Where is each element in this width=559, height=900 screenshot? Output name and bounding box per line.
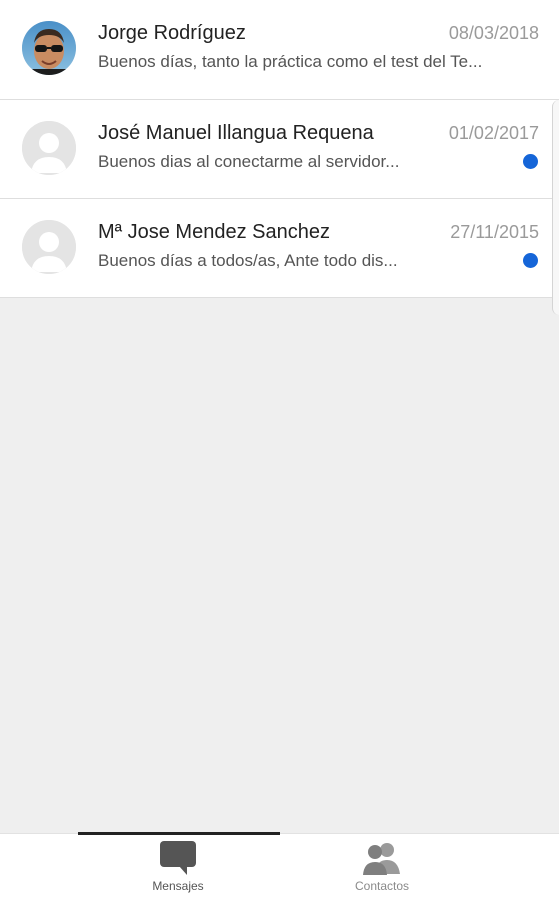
contact-name: Jorge Rodríguez bbox=[98, 22, 246, 44]
scroll-edge-handle[interactable] bbox=[552, 100, 559, 315]
tab-contactos-label: Contactos bbox=[354, 879, 410, 893]
user-photo-icon bbox=[22, 21, 76, 75]
message-preview: Buenos dias al conectarme al servidor... bbox=[98, 152, 400, 171]
tab-mensajes[interactable]: Mensajes bbox=[78, 834, 278, 900]
messages-screen: Jorge Rodríguez 08/03/2018 Buenos días, … bbox=[0, 0, 559, 900]
message-preview: Buenos días, tanto la práctica como el t… bbox=[98, 52, 483, 71]
unread-indicator-icon bbox=[523, 154, 538, 169]
bottom-navigation: Mensajes Contactos bbox=[0, 832, 559, 900]
message-date: 27/11/2015 bbox=[450, 222, 539, 242]
chat-bubble-icon bbox=[160, 841, 196, 875]
conversation-row[interactable]: Mª Jose Mendez Sanchez 27/11/2015 Buenos… bbox=[0, 199, 559, 298]
contact-name: Mª Jose Mendez Sanchez bbox=[98, 221, 330, 243]
message-date: 08/03/2018 bbox=[448, 23, 539, 43]
tab-contactos[interactable]: Contactos bbox=[282, 834, 482, 900]
avatar bbox=[22, 21, 76, 75]
default-user-icon bbox=[22, 220, 76, 274]
default-user-icon bbox=[22, 121, 76, 175]
conversation-list: Jorge Rodríguez 08/03/2018 Buenos días, … bbox=[0, 0, 559, 298]
contact-name: José Manuel Illangua Requena bbox=[98, 122, 374, 144]
contacts-icon bbox=[363, 843, 400, 875]
unread-indicator-icon bbox=[523, 253, 538, 268]
avatar bbox=[22, 121, 76, 175]
conversation-row[interactable]: José Manuel Illangua Requena 01/02/2017 … bbox=[0, 100, 559, 199]
avatar bbox=[22, 220, 76, 274]
message-preview: Buenos días a todos/as, Ante todo dis... bbox=[98, 251, 398, 270]
conversation-row[interactable]: Jorge Rodríguez 08/03/2018 Buenos días, … bbox=[0, 0, 559, 100]
message-date: 01/02/2017 bbox=[448, 123, 539, 143]
tab-mensajes-label: Mensajes bbox=[152, 879, 204, 893]
